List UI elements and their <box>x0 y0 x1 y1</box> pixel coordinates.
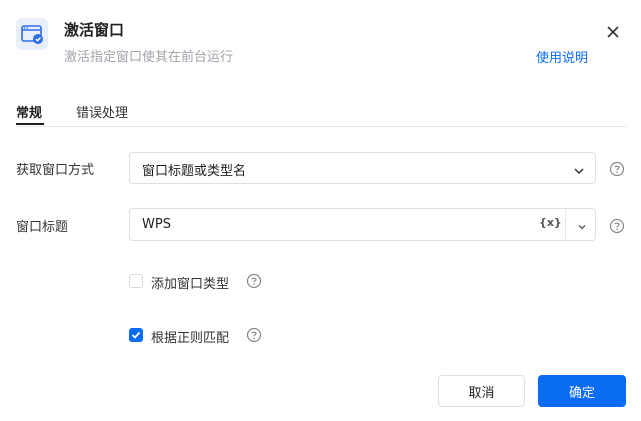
chevron-down-icon <box>573 162 585 181</box>
insert-variable-button[interactable]: {x} <box>539 216 562 229</box>
activate-window-app-icon <box>16 18 48 50</box>
method-select[interactable]: 窗口标题或类型名 <box>129 152 596 184</box>
input-separator <box>565 209 566 240</box>
add-window-type-help-icon[interactable] <box>246 273 262 289</box>
checkmark-icon <box>131 331 141 339</box>
dialog-subtitle: 激活指定窗口使其在前台运行 <box>64 50 234 65</box>
dialog-title: 激活窗口 <box>64 21 125 39</box>
chevron-down-icon[interactable] <box>576 218 588 237</box>
regex-match-label: 根据正则匹配 <box>151 331 230 346</box>
cancel-button[interactable]: 取消 <box>438 375 525 407</box>
confirm-button[interactable]: 确定 <box>538 375 626 407</box>
method-label: 获取窗口方式 <box>16 163 95 178</box>
window-title-help-icon[interactable] <box>609 218 625 234</box>
window-title-value: WPS <box>142 217 171 232</box>
add-window-type-label: 添加窗口类型 <box>151 277 230 292</box>
window-title-input[interactable]: WPS {x} <box>129 208 596 241</box>
tab-error-handling[interactable]: 错误处理 <box>76 102 128 121</box>
tab-divider <box>16 126 627 127</box>
regex-match-checkbox[interactable] <box>129 328 143 342</box>
tab-general[interactable]: 常规 <box>16 102 42 121</box>
active-tab-indicator <box>16 123 44 125</box>
regex-match-help-icon[interactable] <box>246 327 262 343</box>
method-help-icon[interactable] <box>609 161 625 177</box>
close-icon[interactable] <box>603 22 623 42</box>
add-window-type-checkbox[interactable] <box>129 274 143 288</box>
window-title-label: 窗口标题 <box>16 220 69 235</box>
usage-instructions-link[interactable]: 使用说明 <box>536 47 588 66</box>
method-select-value: 窗口标题或类型名 <box>142 164 247 179</box>
